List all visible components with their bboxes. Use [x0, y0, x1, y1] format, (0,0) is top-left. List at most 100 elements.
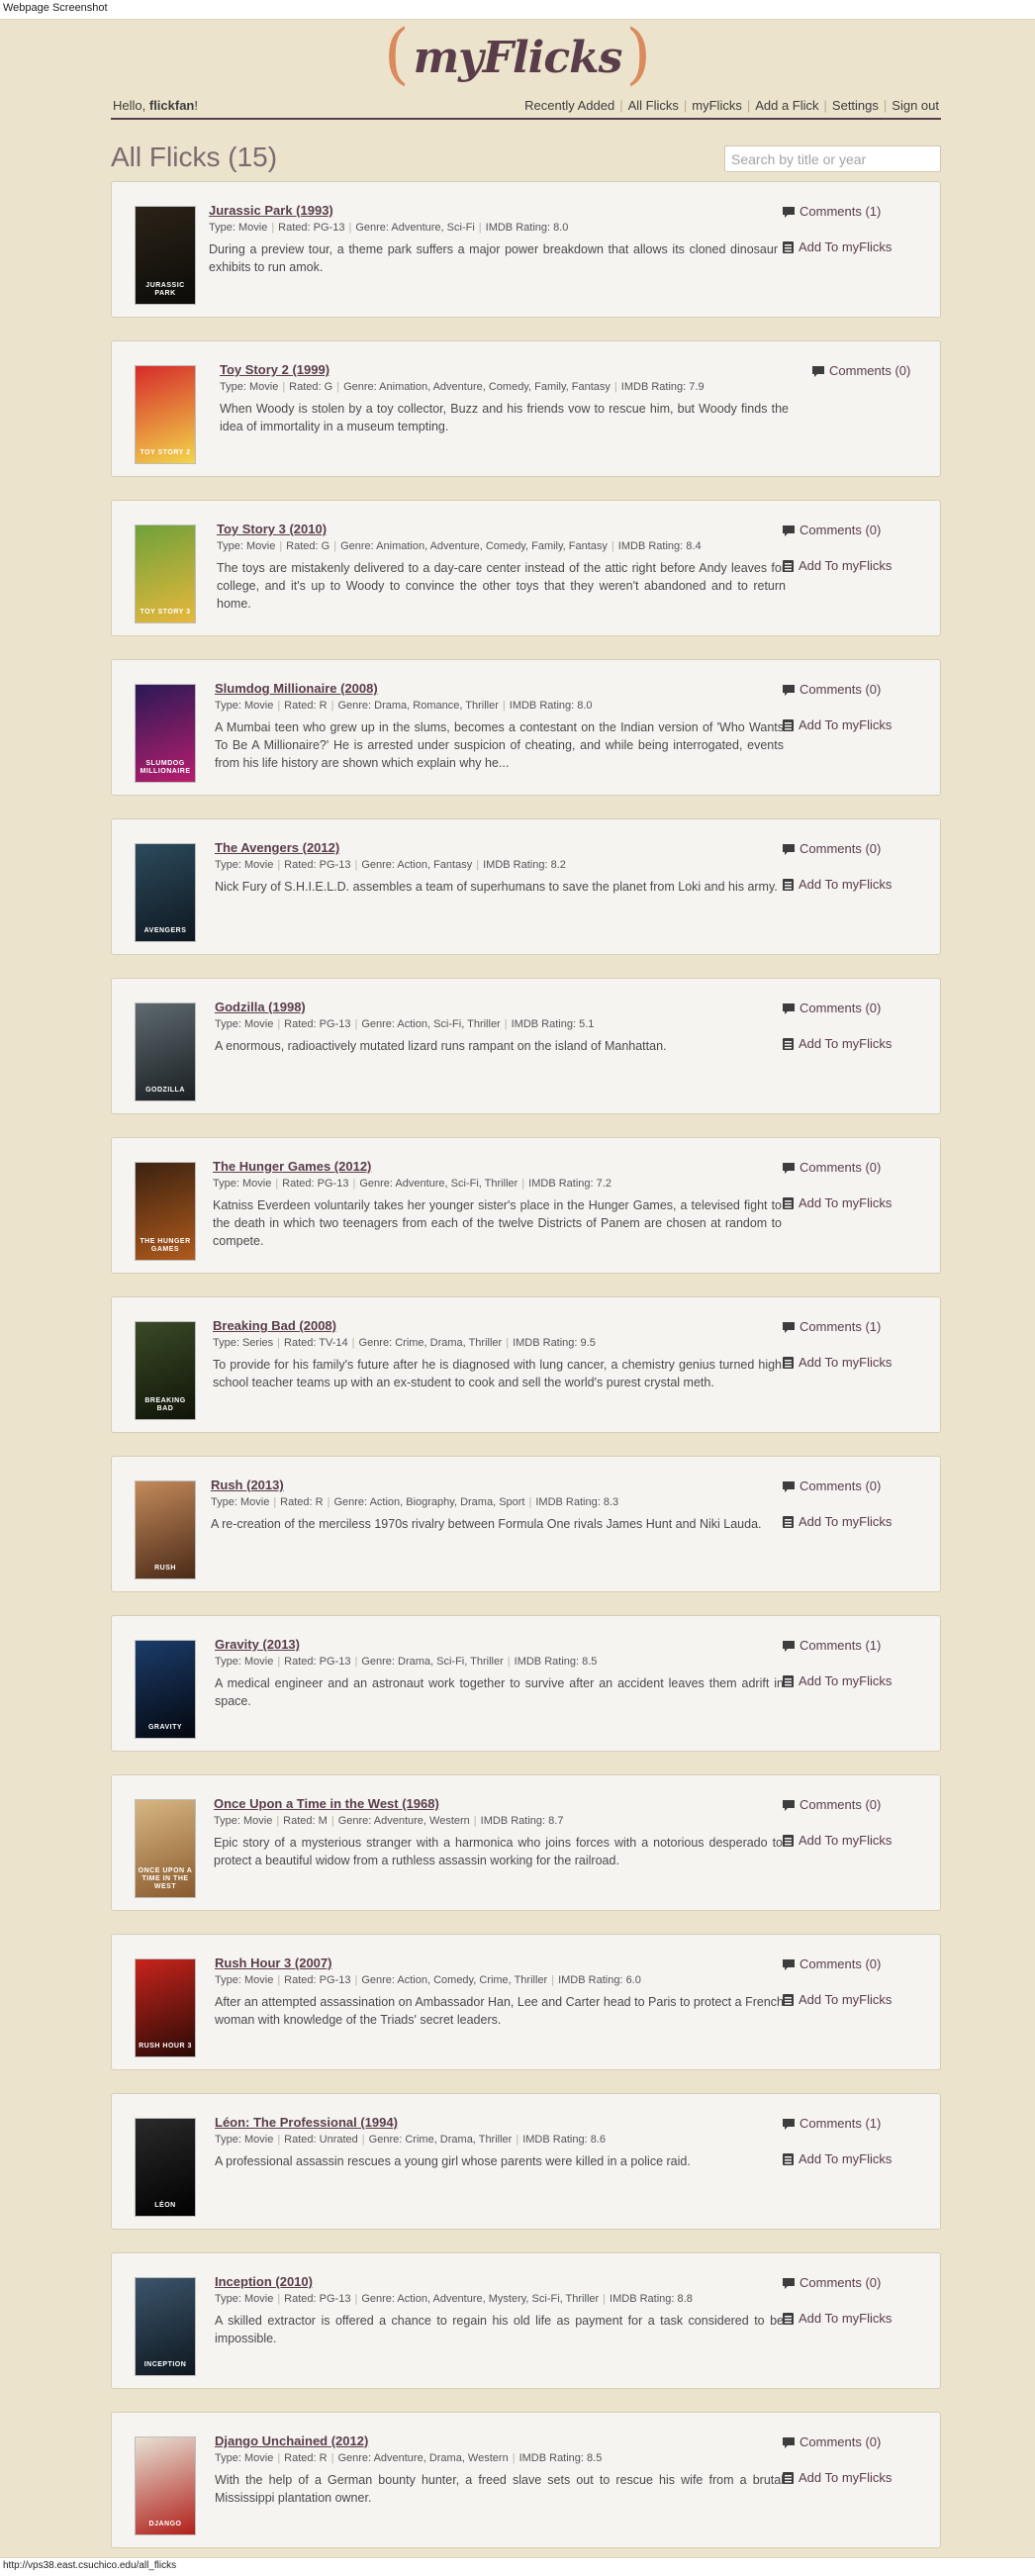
flick-imdb: 7.9 [689, 381, 705, 393]
comments-link[interactable]: Comments (0) [783, 1001, 921, 1016]
meta-separator: | [473, 1815, 477, 1827]
poster-lettering: BREAKING BAD [144, 1397, 186, 1412]
list-icon [783, 2313, 794, 2329]
flick-type: Movie [243, 700, 274, 712]
flick-meta: Type: Movie | Rated: PG-13 | Genre: Action, … [215, 858, 784, 872]
imdb-label: IMDB Rating: [518, 2452, 584, 2464]
genre-label: Genre: [333, 1496, 368, 1508]
flick-title[interactable]: Inception (2010) [215, 2274, 784, 2290]
poster-image[interactable]: SLUMDOG MILLIONAIRE [135, 684, 196, 783]
poster-image[interactable]: GODZILLA [135, 1002, 196, 1101]
comments-link[interactable]: Comments (1) [783, 2116, 921, 2132]
flick-title[interactable]: Jurassic Park (1993) [209, 203, 778, 219]
poster-image[interactable]: INCEPTION [135, 2277, 196, 2376]
poster-image[interactable]: THE HUNGER GAMES [135, 1162, 196, 1261]
flick-title[interactable]: Toy Story 3 (2010) [217, 522, 786, 537]
flick-genre: Adventure, Sci-Fi, Thriller [395, 1178, 518, 1190]
flick-imdb: 7.2 [596, 1178, 612, 1190]
comments-link[interactable]: Comments (0) [812, 363, 931, 379]
flick-type: Movie [248, 381, 279, 393]
flick-title[interactable]: Rush (2013) [211, 1478, 780, 1493]
comments-link[interactable]: Comments (0) [783, 1797, 921, 1813]
nav-all-flicks[interactable]: All Flicks [628, 98, 679, 113]
flick-title[interactable]: Léon: The Professional (1994) [215, 2115, 784, 2131]
comments-link[interactable]: Comments (0) [783, 682, 921, 698]
comments-link[interactable]: Comments (0) [783, 841, 921, 857]
rated-label: Rated: [284, 1974, 317, 1986]
nav-myflicks[interactable]: myFlicks [692, 98, 742, 113]
username: flickfan [148, 98, 195, 113]
flick-title[interactable]: Toy Story 2 (1999) [220, 362, 789, 378]
nav-settings[interactable]: Settings [832, 98, 879, 113]
list-icon [783, 1516, 794, 1532]
flick-description: Nick Fury of S.H.I.E.L.D. assembles a te… [215, 880, 778, 894]
add-to-myflicks-button[interactable]: Add To myFlicks [783, 717, 921, 733]
meta-separator: | [506, 1337, 510, 1349]
add-to-myflicks-button[interactable]: Add To myFlicks [783, 558, 921, 574]
poster-image[interactable]: RUSH [135, 1480, 196, 1579]
flick-title[interactable]: Slumdog Millionaire (2008) [215, 681, 784, 697]
poster-image[interactable]: ONCE UPON A TIME IN THE WEST [135, 1799, 196, 1898]
add-to-myflicks-button[interactable]: Add To myFlicks [783, 239, 921, 255]
poster-image[interactable]: BREAKING BAD [135, 1321, 196, 1420]
list-icon [783, 560, 794, 576]
poster-image[interactable]: DJANGO [135, 2436, 196, 2535]
nav-sign-out[interactable]: Sign out [892, 98, 939, 113]
flick-description: A skilled extractor is offered a chance … [215, 2314, 784, 2345]
site-logo[interactable]: (myFlicks) [0, 18, 1035, 91]
add-to-myflicks-button[interactable]: Add To myFlicks [783, 2151, 921, 2167]
flick-rating: G [324, 381, 333, 393]
flick-title[interactable]: Once Upon a Time in the West (1968) [214, 1796, 783, 1812]
add-to-myflicks-button[interactable]: Add To myFlicks [783, 2311, 921, 2327]
meta-separator: | [273, 1496, 277, 1508]
search-input[interactable] [724, 145, 941, 172]
flick-title[interactable]: Rush Hour 3 (2007) [215, 1956, 784, 1971]
flick-description: Epic story of a mysterious stranger with… [214, 1836, 783, 1867]
flick-rating: R [319, 2452, 328, 2464]
comments-label: Comments (0) [800, 1160, 882, 1175]
add-to-myflicks-button[interactable]: Add To myFlicks [783, 2470, 921, 2486]
poster-image[interactable]: RUSH HOUR 3 [135, 1958, 196, 2057]
comments-link[interactable]: Comments (1) [783, 204, 921, 220]
poster-image[interactable]: GRAVITY [135, 1640, 196, 1739]
flick-imdb: 8.6 [590, 2134, 606, 2146]
flick-title[interactable]: Breaking Bad (2008) [213, 1318, 782, 1334]
flick-title[interactable]: The Hunger Games (2012) [213, 1159, 782, 1175]
meta-separator: | [330, 700, 334, 712]
add-to-myflicks-button[interactable]: Add To myFlicks [783, 1195, 921, 1211]
flick-title[interactable]: Godzilla (1998) [215, 1000, 784, 1015]
add-to-myflicks-button[interactable]: Add To myFlicks [783, 1355, 921, 1371]
flick-title[interactable]: Gravity (2013) [215, 1637, 784, 1653]
nav-recently-added[interactable]: Recently Added [524, 98, 614, 113]
comments-label: Comments (1) [800, 204, 882, 219]
meta-separator: | [330, 1815, 334, 1827]
comments-link[interactable]: Comments (0) [783, 2434, 921, 2450]
flick-title[interactable]: The Avengers (2012) [215, 840, 784, 856]
add-to-myflicks-button[interactable]: Add To myFlicks [783, 1673, 921, 1689]
flick-title[interactable]: Django Unchained (2012) [215, 2433, 784, 2449]
add-to-myflicks-button[interactable]: Add To myFlicks [783, 1992, 921, 2008]
add-to-myflicks-button[interactable]: Add To myFlicks [783, 1833, 921, 1849]
comments-link[interactable]: Comments (0) [783, 523, 921, 538]
poster-image[interactable]: JURASSIC PARK [135, 206, 196, 305]
meta-separator: | [336, 381, 340, 393]
comments-link[interactable]: Comments (1) [783, 1319, 921, 1335]
flick-imdb: 5.1 [579, 1018, 595, 1030]
add-to-myflicks-button[interactable]: Add To myFlicks [783, 1036, 921, 1052]
frame-title: Webpage Screenshot [3, 2, 108, 14]
comments-link[interactable]: Comments (0) [783, 1956, 921, 1972]
comments-link[interactable]: Comments (0) [783, 2275, 921, 2291]
poster-image[interactable]: LÉON [135, 2118, 196, 2217]
nav-add-a-flick[interactable]: Add a Flick [755, 98, 818, 113]
add-to-myflicks-button[interactable]: Add To myFlicks [783, 877, 921, 893]
comments-link[interactable]: Comments (0) [783, 1160, 921, 1176]
comments-link[interactable]: Comments (1) [783, 1638, 921, 1654]
add-label: Add To myFlicks [799, 1992, 893, 2007]
add-to-myflicks-button[interactable]: Add To myFlicks [783, 1514, 921, 1530]
comments-link[interactable]: Comments (0) [783, 1479, 921, 1494]
flick-type: Movie [241, 1178, 272, 1190]
poster-image[interactable]: TOY STORY 2 [135, 365, 196, 464]
poster-image[interactable]: TOY STORY 3 [135, 525, 196, 623]
poster-image[interactable]: AVENGERS [135, 843, 196, 942]
meta-separator: | [354, 1656, 358, 1668]
